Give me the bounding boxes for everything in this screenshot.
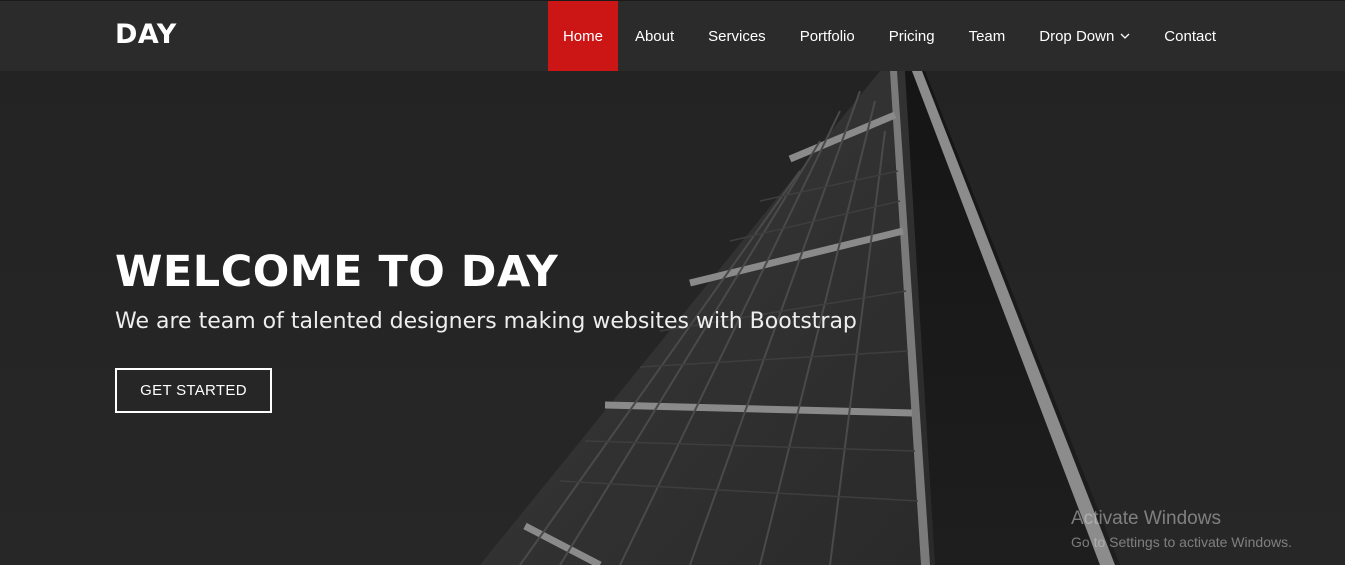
nav-item-team[interactable]: Team xyxy=(952,1,1023,71)
watermark-subtitle: Go to Settings to activate Windows. xyxy=(1071,534,1292,550)
site-logo[interactable]: DAY xyxy=(115,19,177,50)
hero-section: WELCOME TO DAY We are team of talented d… xyxy=(0,71,1345,565)
page: DAY Home About Services Portfolio Pricin… xyxy=(0,0,1345,565)
nav-item-dropdown-label: Drop Down xyxy=(1039,27,1115,45)
watermark-title: Activate Windows xyxy=(1071,508,1221,529)
nav-item-pricing[interactable]: Pricing xyxy=(872,1,952,71)
activate-windows-watermark: Activate Windows Go to Settings to activ… xyxy=(1071,508,1292,552)
nav-item-home[interactable]: Home xyxy=(547,1,618,71)
main-nav: Home About Services Portfolio Pricing Te… xyxy=(547,1,1233,71)
nav-item-about[interactable]: About xyxy=(618,1,691,71)
site-header: DAY Home About Services Portfolio Pricin… xyxy=(0,0,1345,71)
hero-subtitle: We are team of talented designers making… xyxy=(115,309,857,334)
nav-item-contact[interactable]: Contact xyxy=(1147,1,1233,71)
nav-item-services[interactable]: Services xyxy=(691,1,783,71)
chevron-down-icon xyxy=(1120,33,1130,39)
nav-item-portfolio[interactable]: Portfolio xyxy=(783,1,872,71)
get-started-button[interactable]: GET STARTED xyxy=(115,368,272,413)
nav-item-dropdown[interactable]: Drop Down xyxy=(1022,1,1147,71)
hero-title: WELCOME TO DAY xyxy=(115,247,559,297)
